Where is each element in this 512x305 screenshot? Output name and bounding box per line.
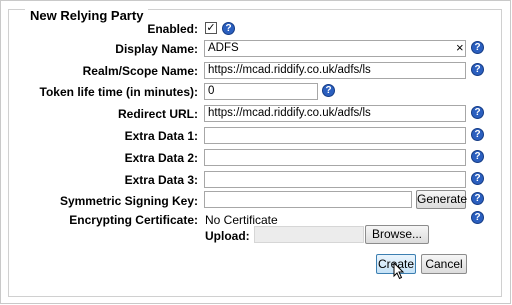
browse-button[interactable]: Browse... — [365, 225, 429, 244]
upload-label: Upload: — [205, 229, 250, 243]
encrypting-certificate-label: Encrypting Certificate: — [69, 213, 198, 227]
mouse-pointer-icon — [393, 262, 405, 280]
help-icon[interactable]: ? — [322, 84, 335, 97]
token-life-time-label: Token life time (in minutes): — [39, 85, 198, 99]
enabled-label: Enabled: — [147, 22, 198, 36]
extra-data-3-label: Extra Data 3: — [124, 173, 198, 187]
realm-input[interactable]: https://mcad.riddify.co.uk/adfs/ls — [204, 62, 466, 79]
signing-key-label: Symmetric Signing Key: — [59, 194, 198, 208]
generate-button[interactable]: Generate — [416, 190, 467, 209]
help-icon[interactable]: ? — [471, 192, 484, 205]
upload-file-path[interactable] — [254, 226, 364, 243]
help-icon[interactable]: ? — [471, 106, 484, 119]
token-life-time-input[interactable]: 0 — [204, 83, 318, 100]
help-icon[interactable]: ? — [222, 22, 235, 35]
display-name-input[interactable]: ADFS — [204, 40, 466, 57]
enabled-checkbox[interactable]: ✓ — [205, 22, 217, 34]
extra-data-2-input[interactable] — [204, 149, 466, 166]
redirect-url-label: Redirect URL: — [117, 107, 198, 121]
help-icon[interactable]: ? — [471, 172, 484, 185]
help-icon[interactable]: ? — [471, 41, 484, 54]
extra-data-3-input[interactable] — [204, 171, 466, 188]
fieldset-legend: New Relying Party — [25, 9, 149, 23]
help-icon[interactable]: ? — [471, 150, 484, 163]
realm-label: Realm/Scope Name: — [82, 64, 198, 78]
help-icon[interactable]: ? — [471, 211, 484, 224]
help-icon[interactable]: ? — [471, 128, 484, 141]
extra-data-1-input[interactable] — [204, 127, 466, 144]
extra-data-2-label: Extra Data 2: — [124, 151, 198, 165]
signing-key-input[interactable] — [204, 191, 412, 208]
extra-data-1-label: Extra Data 1: — [124, 129, 198, 143]
redirect-url-input[interactable]: https://mcad.riddify.co.uk/adfs/ls — [204, 105, 466, 122]
certificate-status: No Certificate — [205, 213, 278, 227]
help-icon[interactable]: ? — [471, 63, 484, 76]
cancel-button[interactable]: Cancel — [421, 254, 467, 274]
clear-icon[interactable]: × — [456, 41, 464, 55]
display-name-label: Display Name: — [115, 42, 198, 56]
